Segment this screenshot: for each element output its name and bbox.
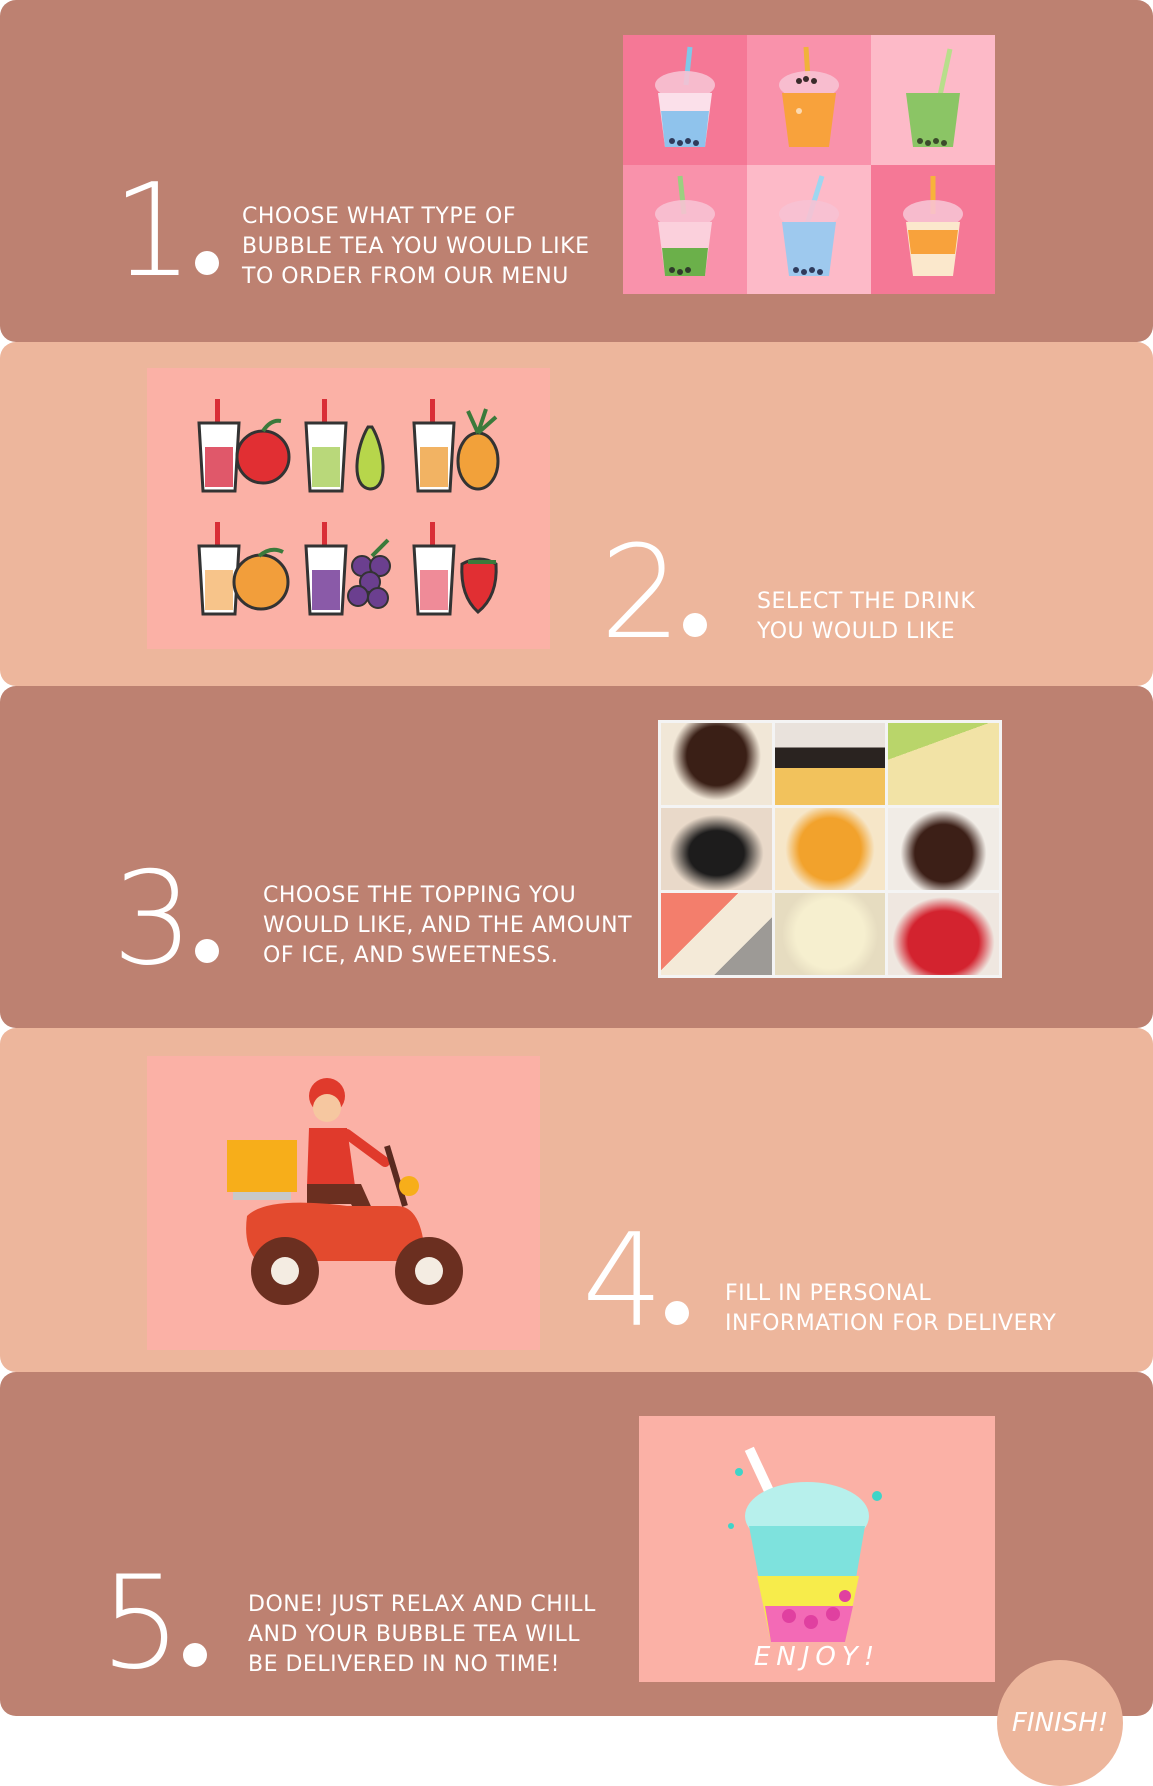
bubble-tea-cup-icon bbox=[747, 35, 871, 165]
bubble-tea-cup-icon bbox=[871, 164, 995, 294]
step-3-text: CHOOSE THE TOPPING YOU WOULD LIKE, AND TH… bbox=[263, 883, 633, 968]
step-4-number: 4 bbox=[582, 1218, 690, 1346]
step-1-text: CHOOSE WHAT TYPE OF BUBBLE TEA YOU WOULD … bbox=[242, 204, 590, 289]
fruit-tea-icon bbox=[187, 509, 295, 632]
topping-photo bbox=[661, 723, 772, 805]
enjoy-label: ENJOY! bbox=[753, 1642, 881, 1672]
fruit-tea-image bbox=[147, 368, 550, 649]
bubble-tea-cup-icon bbox=[623, 164, 747, 294]
topping-photo bbox=[888, 893, 999, 975]
step-2-text: SELECT THE DRINK YOU WOULD LIKE bbox=[757, 589, 976, 644]
finish-label: FINISH! bbox=[1011, 1708, 1109, 1738]
topping-photo bbox=[774, 808, 886, 890]
delivery-image bbox=[147, 1056, 540, 1350]
topping-photos bbox=[658, 720, 1002, 978]
step-1-number: 1 bbox=[112, 168, 220, 296]
fruit-tea-icon bbox=[187, 386, 295, 509]
step-2-number: 2 bbox=[600, 530, 708, 658]
bubble-tea-menu-image bbox=[623, 35, 995, 294]
enjoy-image: ENJOY! bbox=[639, 1416, 995, 1682]
topping-photo bbox=[888, 723, 999, 805]
step-3-number: 3 bbox=[112, 856, 220, 984]
delivery-scooter-icon bbox=[227, 1078, 463, 1305]
fruit-tea-icon bbox=[402, 386, 510, 509]
bubble-tea-cup-icon bbox=[623, 35, 747, 165]
topping-photo bbox=[661, 893, 772, 975]
step-5-number: 5 bbox=[100, 1560, 208, 1688]
topping-photo bbox=[774, 893, 886, 975]
bubble-tea-cup-icon bbox=[871, 35, 995, 165]
step-4-text: FILL IN PERSONAL INFORMATION FOR DELIVERY bbox=[725, 1281, 1057, 1336]
topping-photo bbox=[661, 808, 772, 890]
step-5-text: DONE! JUST RELAX AND CHILL AND YOUR BUBBL… bbox=[248, 1592, 596, 1677]
fruit-tea-icon bbox=[295, 386, 403, 509]
fruit-tea-icon bbox=[295, 509, 403, 632]
fruit-tea-icon bbox=[402, 509, 510, 632]
topping-photo bbox=[774, 723, 886, 805]
finish-badge[interactable]: FINISH! bbox=[997, 1660, 1123, 1786]
bubble-tea-cup-icon bbox=[747, 164, 871, 294]
topping-photo bbox=[888, 808, 999, 890]
